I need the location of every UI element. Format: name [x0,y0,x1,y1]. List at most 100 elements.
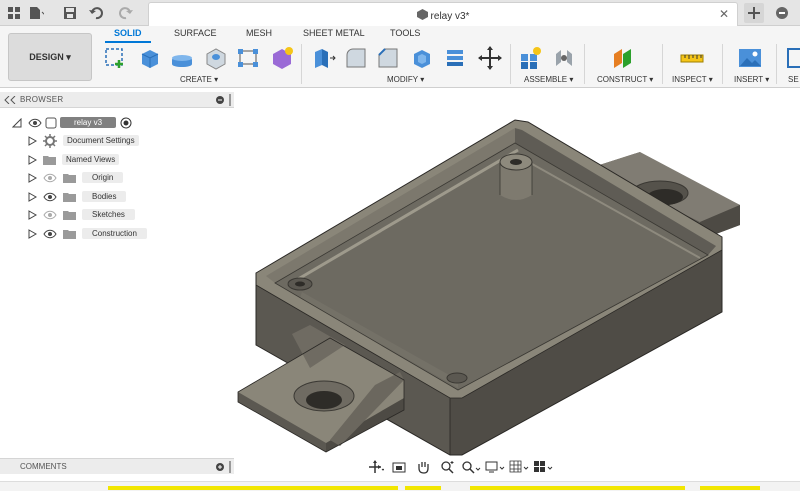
zoom-window-icon[interactable] [437,459,457,475]
pattern-icon[interactable] [236,46,260,70]
corner-hole-inner [295,281,305,287]
collapse-panel-icon[interactable] [216,96,224,104]
tree-item-sketches[interactable]: Sketches [28,207,135,222]
timeline-bar[interactable] [0,481,800,491]
tab-surface[interactable]: SURFACE [174,28,217,38]
save-icon[interactable] [62,5,78,21]
joint-icon[interactable] [552,46,576,70]
standoff-post[interactable] [499,153,533,200]
orbit-icon[interactable] [365,459,385,475]
press-pull-icon[interactable] [312,46,336,70]
ribbon-separator [301,44,302,84]
toolbar-ribbon: DESIGN ▾ SOLID SURFACE MESH SHEET METAL … [0,26,800,88]
panel-resize-handle[interactable] [229,94,231,106]
collapse-left-icon[interactable] [4,96,16,104]
tree-item-bodies[interactable]: Bodies [28,189,127,204]
panel-resize-handle[interactable] [229,461,231,473]
close-tab-icon[interactable]: ✕ [719,7,729,21]
add-comment-icon[interactable] [216,463,224,471]
tab-mesh[interactable]: MESH [246,28,272,38]
tab-tools[interactable]: TOOLS [390,28,420,38]
offset-plane-icon[interactable] [611,46,635,70]
form-icon[interactable] [270,46,294,70]
tree-item-construction[interactable]: Construction [28,226,147,241]
navigation-bar [365,457,555,477]
tree-root-row[interactable]: relay v3 [12,115,132,130]
ribbon-separator [662,44,663,84]
new-tab-icon[interactable] [744,3,764,23]
grid-settings-icon[interactable] [509,459,529,475]
new-component-icon[interactable] [519,46,543,70]
active-tab-indicator [105,41,151,43]
extrude-icon[interactable] [138,46,162,70]
workspace-switcher-button[interactable]: DESIGN ▾ [8,33,92,81]
redo-icon[interactable] [118,5,134,21]
tree-item-document-settings[interactable]: Document Settings [28,133,139,148]
ribbon-separator [776,44,777,84]
assemble-group-label[interactable]: ASSEMBLE ▾ [524,75,573,84]
tree-item-label: Sketches [82,209,135,220]
hidden-eye-icon[interactable] [43,210,57,220]
shell-icon[interactable] [410,46,434,70]
collapsed-triangle-icon[interactable] [28,135,37,146]
look-at-icon[interactable] [389,459,409,475]
combine-icon[interactable] [444,46,468,70]
model-viewport[interactable] [234,88,800,456]
gear-icon [43,133,57,148]
select-group-label[interactable]: SE [788,75,799,84]
tab-sheet-metal[interactable]: SHEET METAL [303,28,365,38]
document-title: relay v3* [149,9,737,22]
browser-title: BROWSER [20,95,64,104]
move-icon[interactable] [478,46,502,70]
component-icon [416,9,428,20]
chamfer-icon[interactable] [376,46,400,70]
modify-group-label[interactable]: MODIFY ▾ [387,75,424,84]
visibility-eye-icon[interactable] [28,118,42,128]
fillet-icon[interactable] [344,46,368,70]
create-group-label[interactable]: CREATE ▾ [180,75,218,84]
ribbon-separator [584,44,585,84]
visibility-eye-icon[interactable] [43,229,57,239]
viewports-icon[interactable] [533,459,553,475]
zoom-icon[interactable] [461,459,481,475]
inspect-group-label[interactable]: INSPECT ▾ [672,75,713,84]
select-icon[interactable] [786,46,800,70]
display-settings-icon[interactable] [485,459,505,475]
tree-item-named-views[interactable]: Named Views [28,152,120,167]
construct-group-label[interactable]: CONSTRUCT ▾ [597,75,653,84]
overflow-icon[interactable] [774,5,790,21]
folder-icon [63,192,76,202]
timeline-selection-strip [108,486,398,490]
insert-image-icon[interactable] [738,46,762,70]
activate-radio-icon[interactable] [120,117,132,129]
pan-hand-icon[interactable] [413,459,433,475]
browser-panel-header[interactable]: BROWSER [0,92,234,108]
tab-solid[interactable]: SOLID [114,28,142,38]
timeline-selection-strip [405,486,441,490]
revolve-icon[interactable] [170,46,194,70]
measure-icon[interactable] [680,46,704,70]
hole-icon[interactable] [204,46,228,70]
collapsed-triangle-icon[interactable] [28,191,37,202]
hidden-eye-icon[interactable] [43,173,57,183]
folder-icon [43,155,56,165]
tree-root-label[interactable]: relay v3 [60,117,117,128]
collapsed-triangle-icon[interactable] [28,228,37,239]
file-menu-icon[interactable] [28,5,44,21]
ribbon-separator [510,44,511,84]
app-grid-icon[interactable] [6,5,22,21]
document-tab[interactable]: relay v3* ✕ [148,2,738,26]
collapsed-triangle-icon[interactable] [28,172,37,183]
comments-title: COMMENTS [20,462,67,471]
expanded-triangle-icon[interactable] [12,117,22,128]
collapsed-triangle-icon[interactable] [28,154,37,165]
tree-item-label: Bodies [82,191,127,202]
insert-group-label[interactable]: INSERT ▾ [734,75,769,84]
create-sketch-icon[interactable] [104,46,128,70]
comments-panel-header[interactable]: COMMENTS [0,458,234,474]
folder-icon [63,210,76,220]
undo-icon[interactable] [88,5,104,21]
visibility-eye-icon[interactable] [43,192,57,202]
tree-item-origin[interactable]: Origin [28,170,124,185]
collapsed-triangle-icon[interactable] [28,209,37,220]
